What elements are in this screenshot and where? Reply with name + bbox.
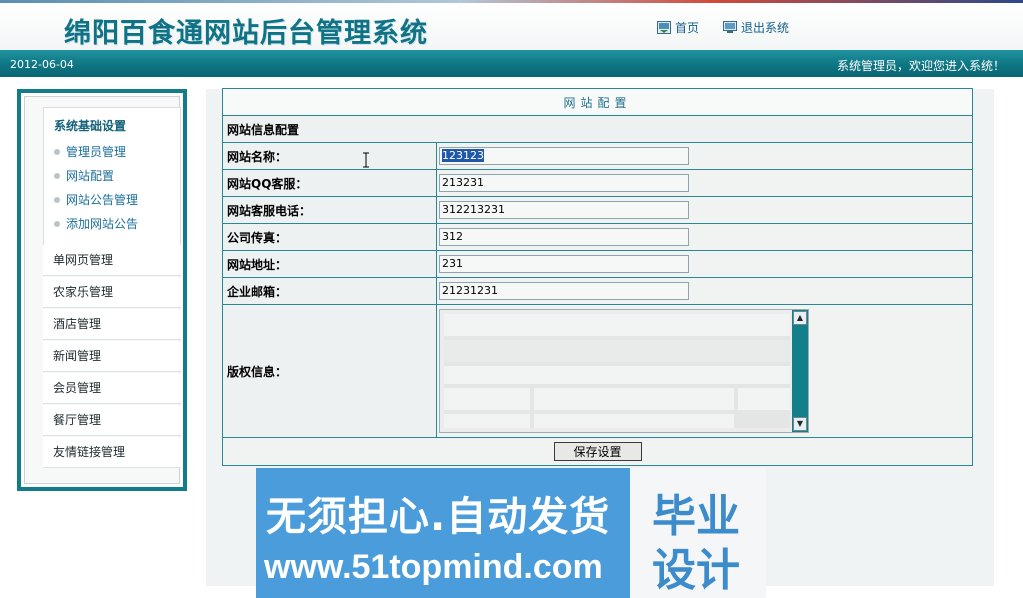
watermark-url: www.51topmind.com bbox=[264, 548, 603, 586]
sidebar-item-notice-manage[interactable]: 网站公告管理 bbox=[54, 191, 138, 208]
sidebar-item-restaurant[interactable]: 餐厅管理 bbox=[43, 405, 181, 436]
copyright-content bbox=[444, 314, 790, 428]
header: 绵阳百食通网站后台管理系统 首页 退出系统 bbox=[0, 3, 1023, 50]
system-title: 绵阳百食通网站后台管理系统 bbox=[64, 18, 428, 49]
site-name-label: 网站名称： bbox=[222, 142, 437, 170]
sidebar-item-add-notice[interactable]: 添加网站公告 bbox=[54, 215, 138, 232]
watermark-banner: 无须担心.自动发货 www.51topmind.com 毕业 设计 bbox=[256, 468, 766, 598]
sidebar-section-title: 系统基础设置 bbox=[54, 119, 127, 133]
monitor-icon bbox=[723, 21, 737, 33]
sidebar-item-label: 网站配置 bbox=[66, 169, 115, 183]
scroll-up-icon[interactable]: ▲ bbox=[793, 311, 807, 325]
bullet-icon bbox=[54, 148, 60, 155]
text-cursor-icon bbox=[363, 152, 369, 168]
bullet-icon bbox=[54, 172, 60, 179]
fax-input[interactable]: 312 bbox=[439, 228, 689, 246]
sidebar-submenu-box: 系统基础设置 管理员管理 网站配置 网站公告管理 添加网站公告 bbox=[43, 107, 181, 247]
watermark-slogan: 无须担心.自动发货 bbox=[266, 494, 611, 540]
site-name-input[interactable]: 123123 bbox=[439, 147, 689, 165]
copyright-textarea[interactable]: ▲ ▼ bbox=[439, 309, 809, 433]
sidebar-item-friend-links[interactable]: 友情链接管理 bbox=[43, 437, 181, 468]
sidebar-item-hotel[interactable]: 酒店管理 bbox=[43, 309, 181, 340]
watermark-right-panel: 毕业 设计 bbox=[630, 468, 766, 598]
save-settings-button[interactable]: 保存设置 bbox=[553, 442, 642, 461]
sidebar-item-farmhouse[interactable]: 农家乐管理 bbox=[43, 277, 181, 308]
qq-service-label: 网站QQ客服： bbox=[222, 169, 437, 197]
sidebar-item-site-config[interactable]: 网站配置 bbox=[54, 167, 114, 184]
logout-link-label: 退出系统 bbox=[741, 21, 790, 35]
service-phone-label: 网站客服电话： bbox=[222, 196, 437, 224]
bullet-icon bbox=[54, 220, 60, 227]
fax-label: 公司传真： bbox=[222, 223, 437, 251]
site-config-form: 网站配置 网站信息配置 网站名称： 123123 网站QQ客服： 213231 … bbox=[222, 88, 973, 466]
status-bar: 2012-06-04 系统管理员，欢迎您进入系统！ bbox=[0, 50, 1023, 77]
scroll-down-icon[interactable]: ▼ bbox=[793, 417, 807, 431]
sidebar-item-single-page[interactable]: 单网页管理 bbox=[43, 245, 181, 276]
service-phone-input[interactable]: 312213231 bbox=[439, 201, 689, 219]
sidebar-item-label: 网站公告管理 bbox=[66, 193, 139, 207]
current-date: 2012-06-04 bbox=[10, 58, 74, 71]
logout-link[interactable]: 退出系统 bbox=[723, 19, 789, 36]
textarea-scrollbar[interactable]: ▲ ▼ bbox=[792, 310, 808, 432]
email-input[interactable]: 21231231 bbox=[439, 282, 689, 300]
sidebar-item-members[interactable]: 会员管理 bbox=[43, 373, 181, 404]
home-link-label: 首页 bbox=[675, 21, 700, 35]
sidebar-item-label: 管理员管理 bbox=[66, 145, 127, 159]
watermark-right-text-2: 设计 bbox=[652, 545, 740, 596]
form-title: 网站配置 bbox=[222, 88, 973, 116]
welcome-text: 系统管理员，欢迎您进入系统！ bbox=[836, 59, 1005, 73]
sidebar-item-admin-manage[interactable]: 管理员管理 bbox=[54, 143, 126, 160]
qq-service-input[interactable]: 213231 bbox=[439, 174, 689, 192]
site-address-input[interactable]: 231 bbox=[439, 255, 689, 273]
copyright-label: 版权信息： bbox=[222, 304, 437, 438]
site-name-value: 123123 bbox=[442, 149, 484, 162]
watermark-left-panel: 无须担心.自动发货 www.51topmind.com bbox=[256, 468, 630, 598]
home-link[interactable]: 首页 bbox=[657, 19, 699, 36]
sidebar-item-news[interactable]: 新闻管理 bbox=[43, 341, 181, 372]
sidebar-item-label: 添加网站公告 bbox=[66, 217, 139, 231]
email-label: 企业邮箱： bbox=[222, 277, 437, 305]
bullet-icon bbox=[54, 196, 60, 203]
form-section-title: 网站信息配置 bbox=[222, 115, 973, 143]
home-icon bbox=[657, 21, 671, 34]
site-address-label: 网站地址： bbox=[222, 250, 437, 278]
